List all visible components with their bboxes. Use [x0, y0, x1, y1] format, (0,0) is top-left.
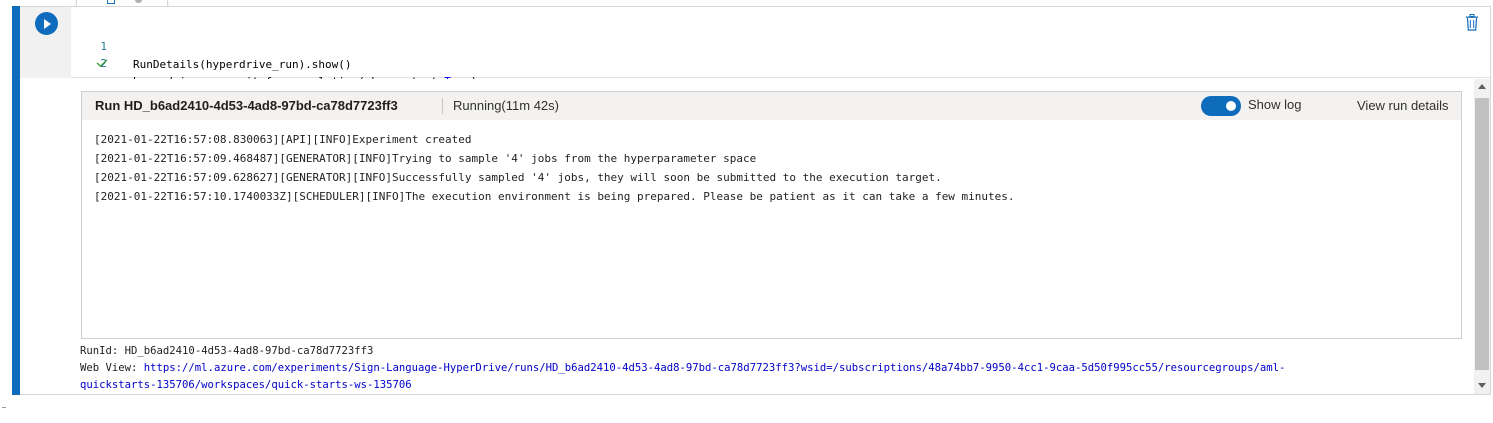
code-line: 2 hyperdrive_run.wait_for_completion(sho… [71, 37, 477, 88]
edge-mark [2, 407, 6, 408]
run-info: RunId: HD_b6ad2410-4d53-4ad8-97bd-ca78d7… [80, 343, 1474, 394]
code-line: 1 RunDetails(hyperdrive_run).show() [71, 20, 351, 71]
code-text: RunDetails(hyperdrive_run).show() [133, 58, 352, 71]
show-log-toggle[interactable] [1201, 96, 1241, 116]
show-log-label: Show log [1248, 97, 1302, 112]
log-line: [2021-01-22T16:57:08.830063][API][INFO]E… [94, 133, 472, 146]
view-run-details-link[interactable]: View run details [1357, 98, 1449, 113]
scrollbar-thumb[interactable] [1475, 98, 1489, 370]
code-editor[interactable]: 1 RunDetails(hyperdrive_run).show() 2 hy… [71, 7, 1490, 88]
output-scrollbar[interactable] [1474, 79, 1490, 394]
toggle-knob [1226, 101, 1236, 111]
run-id-value: HD_b6ad2410-4d53-4ad8-97bd-ca78d7723ff3 [124, 345, 374, 357]
log-line: [2021-01-22T16:57:09.628627][GENERATOR][… [94, 171, 942, 184]
run-id-line: RunId: HD_b6ad2410-4d53-4ad8-97bd-ca78d7… [80, 345, 374, 357]
run-details-widget: Run HD_b6ad2410-4d53-4ad8-97bd-ca78d7723… [81, 91, 1462, 339]
toolbar-icon [107, 0, 115, 4]
web-view-link-continued[interactable]: quickstarts-135706/workspaces/quick-star… [80, 379, 412, 391]
widget-header: Run HD_b6ad2410-4d53-4ad8-97bd-ca78d7723… [82, 92, 1461, 120]
scroll-down-arrow-icon[interactable] [1478, 383, 1486, 388]
header-divider [442, 98, 443, 114]
checkmark-icon [96, 59, 108, 67]
trash-icon[interactable] [1465, 14, 1479, 31]
run-title: Run HD_b6ad2410-4d53-4ad8-97bd-ca78d7723… [95, 98, 398, 113]
log-line: [2021-01-22T16:57:10.1740033Z][SCHEDULER… [94, 190, 1015, 203]
web-view-line-continued: quickstarts-135706/workspaces/quick-star… [80, 377, 1474, 394]
cell-output: Run HD_b6ad2410-4d53-4ad8-97bd-ca78d7723… [20, 79, 1474, 394]
run-status: Running(11m 42s) [453, 98, 559, 113]
web-view-link[interactable]: https://ml.azure.com/experiments/Sign-La… [144, 362, 1286, 374]
log-panel[interactable]: [2021-01-22T16:57:08.830063][API][INFO]E… [94, 130, 1454, 206]
web-view-line: Web View: https://ml.azure.com/experimen… [80, 362, 1286, 374]
cell-selection-bar [12, 6, 20, 395]
log-line: [2021-01-22T16:57:09.468487][GENERATOR][… [94, 152, 757, 165]
run-cell-button[interactable] [35, 12, 58, 35]
toolbar-icon-secondary [135, 0, 142, 3]
scroll-up-arrow-icon[interactable] [1478, 84, 1486, 89]
